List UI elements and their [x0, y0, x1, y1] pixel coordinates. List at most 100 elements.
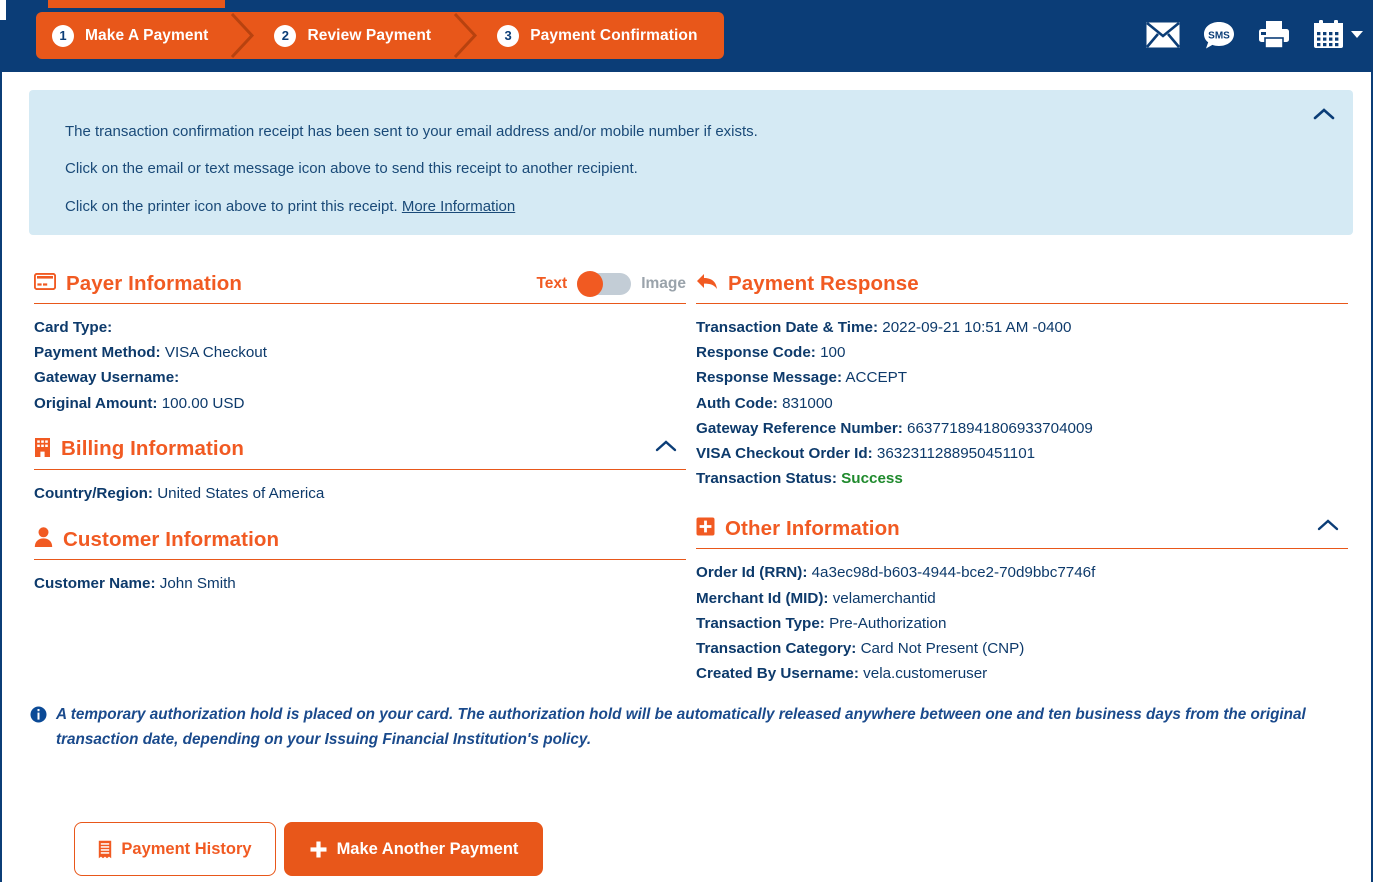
field-label: Response Code:: [696, 344, 816, 362]
field-label: Order Id (RRN):: [696, 564, 808, 582]
field-order-id-rrn: Order Id (RRN): 4a3ec98d-b603-4944-bce2-…: [696, 560, 1348, 585]
more-information-link[interactable]: More Information: [402, 198, 515, 215]
field-auth-code: Auth Code: 831000: [696, 391, 1348, 416]
billing-information-header: Billing Information: [34, 437, 686, 470]
info-circle-icon: [30, 706, 47, 728]
action-buttons: Payment History Make Another Payment: [74, 822, 543, 876]
calendar-icon[interactable]: [1313, 20, 1344, 49]
field-value: Card Not Present (CNP): [860, 640, 1025, 658]
field-value: 831000: [782, 394, 833, 412]
customer-information-header: Customer Information: [34, 527, 686, 561]
make-another-payment-label: Make Another Payment: [336, 839, 519, 858]
header-actions: SMS: [1146, 20, 1363, 49]
payment-history-label: Payment History: [121, 839, 252, 858]
other-information-collapse-chevron-up-icon[interactable]: [1314, 516, 1342, 539]
payment-confirmation-page: 1 Make A Payment 2 Review Payment 3 Paym…: [0, 0, 1385, 882]
field-value: 6637718941806933704009: [907, 419, 1093, 437]
payer-information-fields: Card Type: Payment Method: VISA Checkout…: [34, 315, 686, 416]
user-icon: [34, 527, 53, 552]
payer-information-title: Payer Information: [66, 272, 242, 295]
field-transaction-date-time: Transaction Date & Time: 2022-09-21 10:5…: [696, 315, 1348, 340]
field-label: Payment Method:: [34, 344, 161, 362]
field-value: 4a3ec98d-b603-4944-bce2-70d9bbc7746f: [811, 564, 1096, 582]
field-label: Customer Name:: [34, 575, 156, 593]
step-separator: [454, 12, 483, 59]
sms-icon[interactable]: SMS: [1203, 21, 1235, 49]
make-another-payment-button[interactable]: Make Another Payment: [284, 822, 543, 876]
field-card-type: Card Type:: [34, 315, 686, 340]
field-value: ACCEPT: [845, 369, 908, 387]
step-label: Payment Confirmation: [530, 26, 698, 44]
field-created-by-username: Created By Username: vela.customeruser: [696, 661, 1348, 686]
billing-collapse-chevron-up-icon[interactable]: [652, 437, 680, 460]
field-visa-checkout-order-id: VISA Checkout Order Id: 3632311288950451…: [696, 441, 1348, 466]
receipt-icon: [98, 840, 112, 859]
field-gateway-username: Gateway Username:: [34, 365, 686, 390]
field-payment-method: Payment Method: VISA Checkout: [34, 340, 686, 365]
field-response-code: Response Code: 100: [696, 340, 1348, 365]
field-value: 100: [820, 344, 846, 362]
credit-card-icon: [33, 272, 57, 295]
step-label: Make A Payment: [85, 26, 209, 44]
banner-collapse-chevron-up-icon[interactable]: [1310, 104, 1338, 129]
wizard-steps: 1 Make A Payment 2 Review Payment 3 Paym…: [36, 12, 724, 59]
plus-icon: [309, 840, 328, 859]
toggle-knob[interactable]: [577, 271, 604, 297]
status-badge: Success: [841, 470, 903, 488]
calendar-dropdown[interactable]: [1313, 20, 1363, 49]
toggle-label-image[interactable]: Image: [641, 275, 686, 293]
other-information-header: Other Information: [696, 516, 1348, 550]
field-value: 2022-09-21 10:51 AM -0400: [882, 319, 1072, 336]
field-value: 3632311288950451101: [876, 445, 1036, 463]
field-transaction-category: Transaction Category: Card Not Present (…: [696, 636, 1348, 661]
field-value: Pre-Authorization: [829, 614, 947, 632]
payer-information-header: Payer Information Text Image: [33, 271, 686, 304]
text-image-toggle[interactable]: Text Image: [536, 271, 686, 297]
app-header: 1 Make A Payment 2 Review Payment 3 Paym…: [0, 0, 1385, 72]
page-outer-margin: [1373, 0, 1385, 882]
reply-arrow-icon: [696, 272, 718, 296]
header-left-notch: [0, 0, 6, 20]
customer-information-title: Customer Information: [63, 527, 280, 551]
other-information-fields: Order Id (RRN): 4a3ec98d-b603-4944-bce2-…: [696, 560, 1348, 686]
field-response-message: Response Message: ACCEPT: [696, 365, 1348, 390]
field-label: Transaction Type:: [696, 614, 825, 632]
field-value: 100.00 USD: [161, 394, 245, 412]
step-separator: [231, 12, 260, 59]
plus-square-icon: [696, 517, 715, 541]
field-label: Gateway Reference Number:: [696, 419, 903, 437]
payment-history-button[interactable]: Payment History: [74, 822, 276, 876]
toggle-switch[interactable]: [577, 271, 632, 297]
field-label: Card Type:: [34, 319, 113, 336]
step-number: 1: [52, 24, 74, 47]
wizard-step-make-a-payment[interactable]: 1 Make A Payment: [36, 12, 234, 59]
field-value: velamerchantid: [832, 589, 936, 607]
page-border-left: [0, 72, 2, 882]
right-column: Payment Response Transaction Date & Time…: [696, 272, 1348, 686]
field-original-amount: Original Amount: 100.00 USD: [34, 391, 686, 416]
disclaimer-text: A temporary authorization hold is placed…: [56, 706, 1306, 748]
field-label: Country/Region:: [34, 484, 153, 502]
building-icon: [34, 437, 51, 462]
banner-line-3: Click on the printer icon above to print…: [65, 198, 515, 215]
wizard-step-review-payment[interactable]: 2 Review Payment: [260, 12, 457, 59]
svg-text:SMS: SMS: [1208, 30, 1230, 41]
email-icon[interactable]: [1146, 21, 1180, 48]
other-information-title: Other Information: [725, 517, 900, 541]
payment-response-header: Payment Response: [696, 272, 1348, 304]
field-label: Auth Code:: [696, 394, 778, 412]
print-icon[interactable]: [1258, 20, 1290, 49]
field-transaction-status: Transaction Status: Success: [696, 466, 1348, 491]
chevron-down-icon[interactable]: [1351, 31, 1363, 38]
left-column: Payer Information Text Image Card Type: …: [33, 271, 686, 596]
field-value: vela.customeruser: [863, 665, 988, 683]
billing-information-title: Billing Information: [61, 437, 244, 461]
toggle-label-text[interactable]: Text: [536, 275, 567, 293]
wizard-step-payment-confirmation[interactable]: 3 Payment Confirmation: [483, 12, 723, 59]
top-orange-bar: [48, 0, 225, 8]
field-country-region: Country/Region: United States of America: [34, 481, 686, 506]
banner-line-3-text: Click on the printer icon above to print…: [65, 198, 402, 215]
step-label: Review Payment: [307, 26, 432, 44]
field-label: Transaction Status:: [696, 470, 837, 488]
banner-line-2: Click on the email or text message icon …: [65, 160, 638, 177]
